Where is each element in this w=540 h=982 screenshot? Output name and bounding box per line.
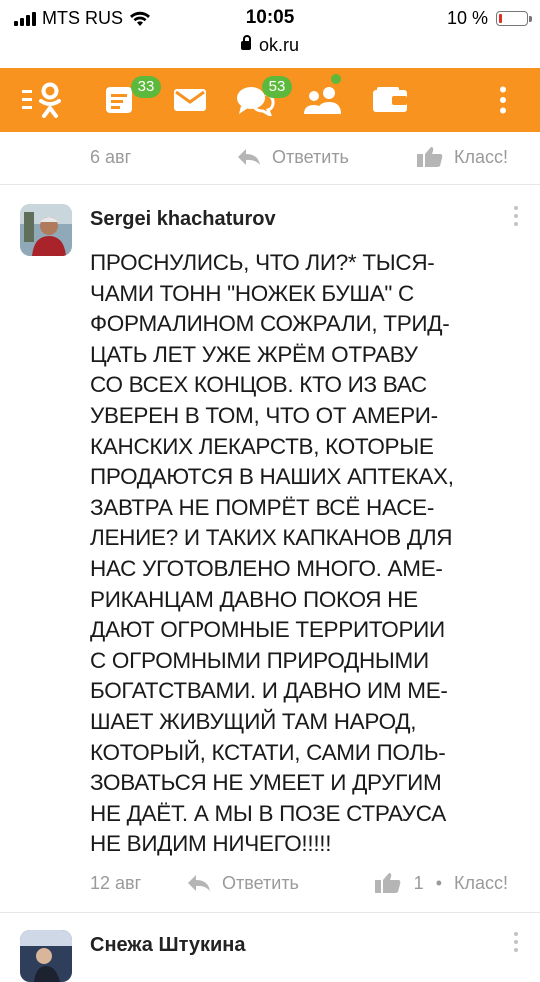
envelope-icon	[174, 89, 206, 111]
like-button[interactable]: 1 • Класс!	[374, 872, 508, 894]
thumbs-up-icon	[374, 873, 401, 893]
comment-actions: 12 авг Ответить 1 • Класс!	[90, 868, 510, 898]
avatar-photo	[20, 204, 72, 256]
comment-menu-button[interactable]	[514, 932, 518, 952]
friends-notification-dot	[331, 74, 341, 84]
lock-icon	[240, 35, 251, 50]
comment-divider	[0, 184, 540, 185]
reply-label: Ответить	[222, 872, 299, 893]
separator-dot: •	[435, 872, 442, 893]
more-options-button[interactable]	[488, 68, 518, 132]
reply-arrow-icon	[188, 875, 210, 891]
url-text: ok.ru	[258, 35, 300, 55]
like-label: Класс!	[454, 872, 508, 893]
payments-button[interactable]	[368, 68, 412, 132]
reply-button[interactable]: Ответить	[236, 147, 349, 168]
battery-percent: 10 %	[446, 8, 488, 28]
comment-menu-button[interactable]	[514, 206, 518, 226]
comment-date: 12 авг	[90, 872, 142, 893]
comment-date: 6 авг	[90, 146, 132, 167]
main-toolbar: 33 53	[0, 68, 540, 132]
comment-author[interactable]: Снежа Штукина	[90, 934, 246, 957]
avatar[interactable]	[20, 204, 72, 256]
avatar[interactable]	[20, 930, 72, 982]
address-bar[interactable]: ok.ru	[0, 35, 540, 56]
battery-info: 10 %	[446, 8, 532, 29]
battery-icon	[496, 11, 532, 26]
like-label: Класс!	[454, 146, 508, 167]
vertical-dots-icon	[500, 86, 506, 114]
status-bar: MTS RUS 10:05 ok.ru 10 %	[0, 0, 540, 64]
previous-comment-actions: 6 авг Ответить Класс!	[90, 142, 510, 172]
ok-logo-menu-button[interactable]	[22, 68, 66, 132]
like-button[interactable]: Класс!	[416, 146, 508, 168]
discussions-badge: 53	[262, 76, 292, 98]
avatar-photo	[20, 930, 72, 982]
ok-logo-icon	[22, 82, 61, 118]
messages-button[interactable]	[170, 68, 210, 132]
notes-badge: 33	[131, 76, 161, 98]
reply-label: Ответить	[272, 146, 349, 167]
comment-text: ПРОСНУЛИСЬ, ЧТО ЛИ?* ТЫСЯ- ЧАМИ ТОНН "НО…	[90, 250, 454, 857]
like-count: 1	[413, 872, 424, 893]
comment-author[interactable]: Sergei khachaturov	[90, 208, 276, 231]
reply-arrow-icon	[238, 149, 260, 165]
wallet-icon	[373, 87, 407, 112]
reply-button[interactable]: Ответить	[186, 873, 299, 894]
thumbs-up-icon	[417, 147, 443, 167]
comment-divider	[0, 912, 540, 913]
friends-icon	[304, 87, 341, 114]
